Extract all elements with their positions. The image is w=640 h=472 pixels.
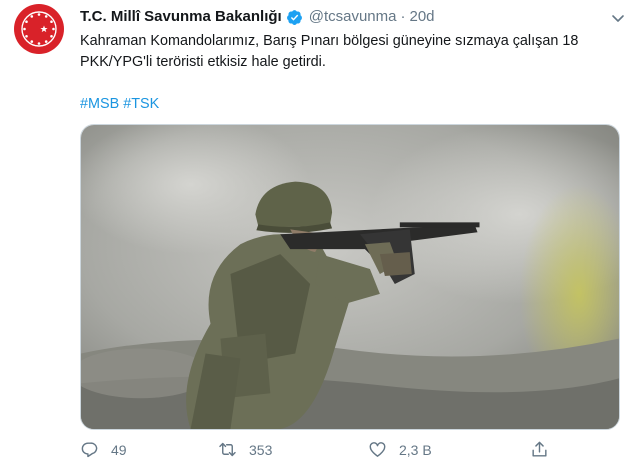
- like-count: 2,3 B: [399, 441, 432, 458]
- like-button[interactable]: 2,3 B: [368, 440, 432, 459]
- tweet-text: Kahraman Komandolarımız, Barış Pınarı bö…: [80, 33, 579, 70]
- separator-dot: ·: [400, 8, 406, 25]
- tweet-actions: 49 353 2,3 B: [80, 440, 620, 464]
- hashtags: #MSB #TSK: [80, 94, 159, 114]
- account-name[interactable]: T.C. Millî Savunma Bakanlığı: [80, 7, 282, 27]
- heart-icon: [369, 442, 386, 457]
- reply-button[interactable]: 49: [80, 440, 127, 459]
- retweet-button[interactable]: 353: [218, 440, 272, 459]
- share-button[interactable]: [530, 440, 561, 459]
- tweet-media-photo[interactable]: [80, 124, 620, 430]
- avatar[interactable]: [14, 4, 64, 54]
- reply-count: 49: [111, 441, 127, 458]
- msb-emblem-icon: [21, 11, 57, 47]
- verified-badge-icon: [286, 9, 303, 26]
- reply-icon: [81, 442, 98, 458]
- retweet-icon: [219, 442, 236, 457]
- retweet-count: 353: [249, 441, 273, 458]
- account-handle[interactable]: @tcsavunma: [309, 7, 397, 27]
- tweet-time[interactable]: 20d: [409, 7, 434, 27]
- hashtag-msb[interactable]: #MSB: [80, 96, 119, 112]
- share-icon: [532, 441, 547, 457]
- tweet-header: T.C. Millî Savunma Bakanlığı @tcsavunma …: [80, 7, 435, 27]
- soldier-photo: [81, 125, 619, 429]
- hashtag-tsk[interactable]: #TSK: [123, 96, 159, 112]
- chevron-down-icon[interactable]: [610, 10, 626, 26]
